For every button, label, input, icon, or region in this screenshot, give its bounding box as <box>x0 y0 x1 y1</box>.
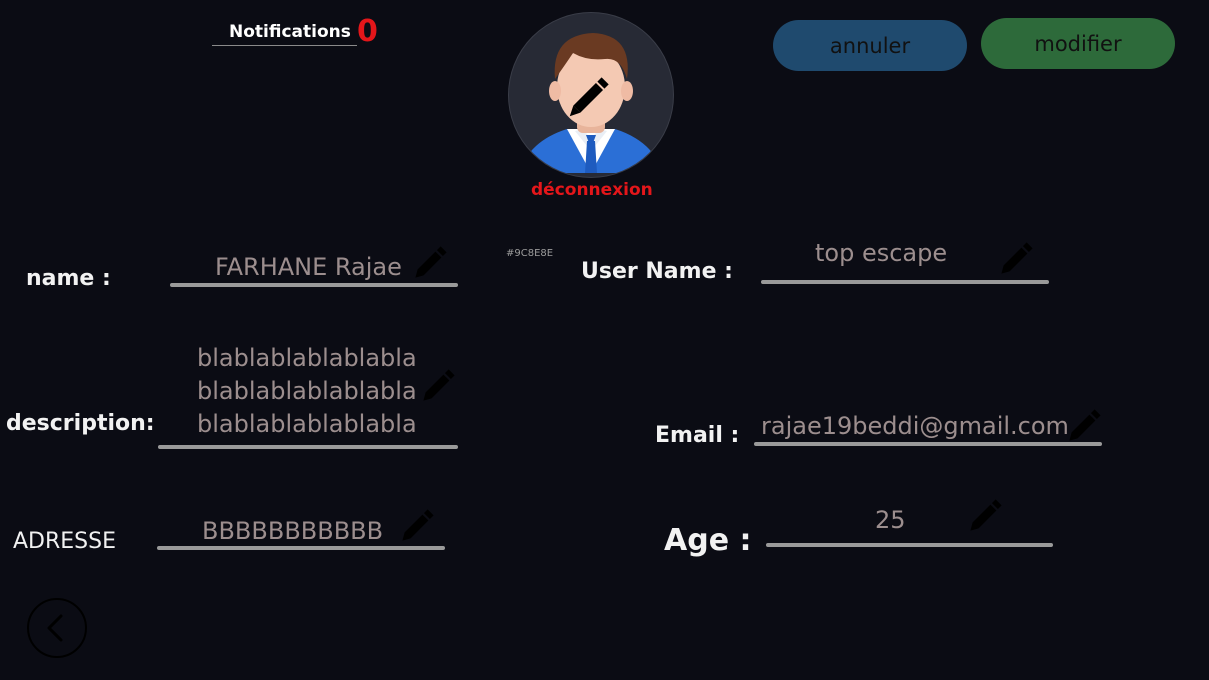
name-underline <box>170 283 458 287</box>
pencil-icon[interactable] <box>418 364 460 406</box>
address-underline <box>157 546 445 550</box>
description-field[interactable]: blablablablablabla blablablablablabla bl… <box>197 342 417 441</box>
pencil-icon[interactable] <box>965 494 1007 536</box>
age-field[interactable]: 25 <box>875 506 906 534</box>
color-code-note: #9C8E8E <box>506 248 554 259</box>
age-underline <box>766 543 1053 547</box>
cancel-button[interactable]: annuler <box>773 20 967 71</box>
pencil-icon[interactable] <box>410 241 452 283</box>
age-label: Age : <box>664 523 752 558</box>
username-underline <box>761 280 1049 284</box>
pencil-icon[interactable] <box>397 504 439 546</box>
avatar[interactable] <box>508 12 674 178</box>
email-underline <box>754 442 1102 446</box>
modify-button[interactable]: modifier <box>981 18 1175 69</box>
description-label: description: <box>6 411 155 436</box>
notifications-label[interactable]: Notifications <box>229 22 351 42</box>
logout-link[interactable]: déconnexion <box>531 180 653 200</box>
pencil-icon[interactable] <box>1064 404 1106 446</box>
user-avatar-icon <box>519 33 663 173</box>
notifications-count: 0 <box>357 14 378 49</box>
address-label: ADRESSE <box>13 529 117 554</box>
chevron-left-icon <box>47 614 63 642</box>
email-field[interactable]: rajae19beddi@gmail.com <box>761 412 1069 440</box>
pencil-icon[interactable] <box>996 237 1038 279</box>
email-label: Email : <box>655 423 740 448</box>
back-button[interactable] <box>27 598 87 658</box>
notifications-underline <box>212 45 357 46</box>
description-underline <box>158 445 458 449</box>
name-label: name : <box>26 266 111 291</box>
username-label: User Name : <box>581 259 733 284</box>
username-field[interactable]: top escape <box>815 239 947 267</box>
name-field[interactable]: FARHANE Rajae <box>215 253 402 281</box>
address-field[interactable]: BBBBBBBBBBB <box>202 517 383 545</box>
